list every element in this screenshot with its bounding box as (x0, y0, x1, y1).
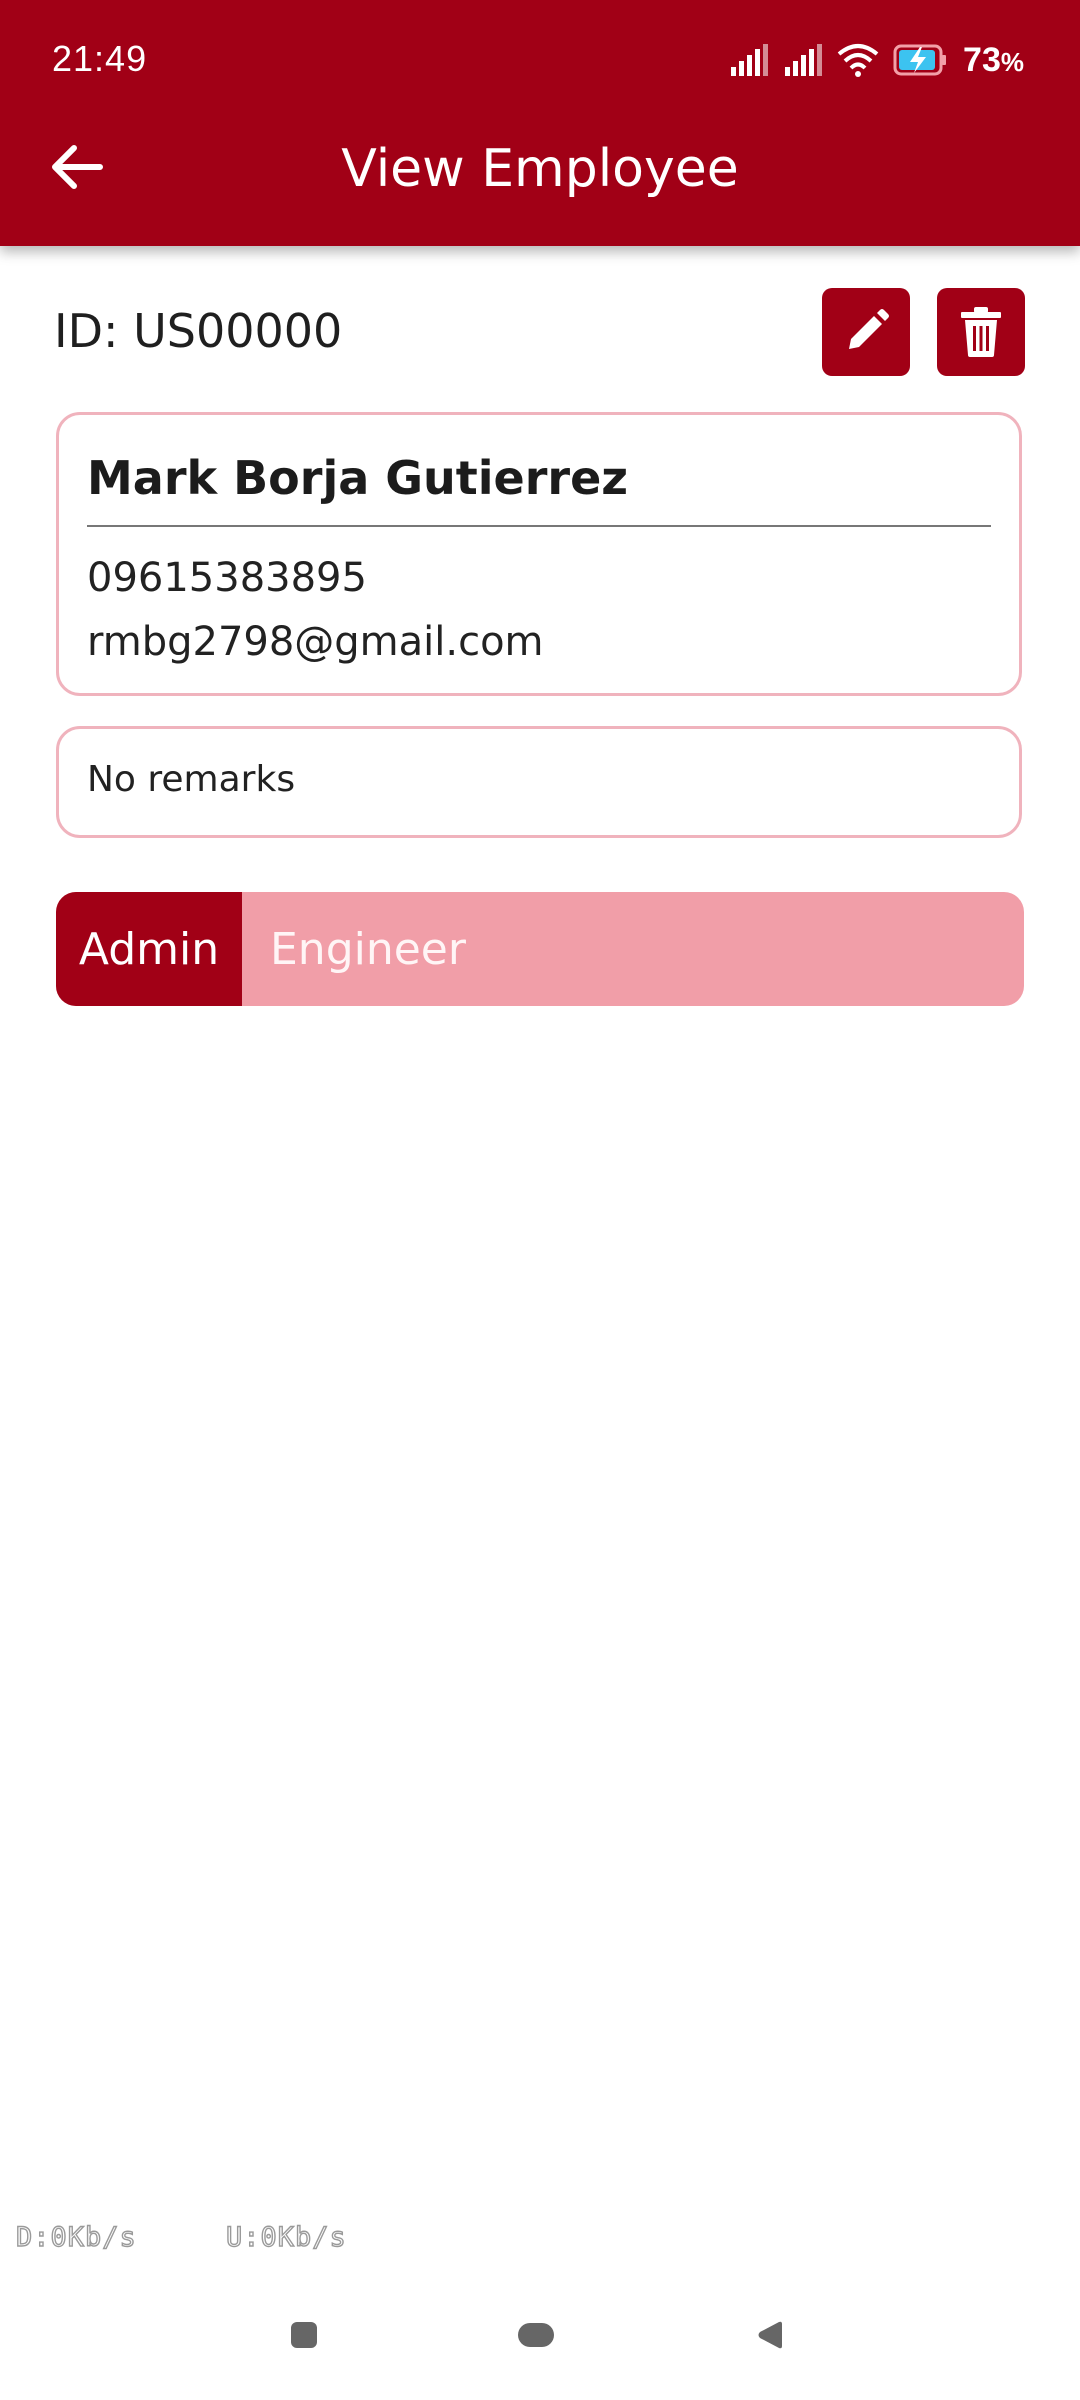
delete-button[interactable] (937, 288, 1025, 376)
page-title: View Employee (341, 139, 739, 199)
nav-back-button[interactable] (740, 2318, 800, 2352)
employee-id: ID: US00000 (54, 304, 343, 358)
battery-percent: 73% (963, 40, 1024, 79)
network-upload-speed: U:0Kb/s (225, 2221, 347, 2253)
recents-icon (291, 2322, 317, 2348)
card-divider (87, 525, 991, 527)
network-download-speed: D:0Kb/s (15, 2221, 137, 2253)
nav-home-button[interactable] (506, 2318, 566, 2352)
role-toggle: Admin Engineer (56, 892, 1024, 1006)
signal-icon (731, 44, 769, 76)
remarks-text: No remarks (87, 759, 296, 800)
app-bar: 21:49 73% View Employee (0, 0, 1080, 246)
role-option-admin[interactable]: Admin (56, 892, 242, 1006)
status-time: 21:49 (52, 38, 148, 79)
wifi-icon (837, 44, 879, 77)
nav-recents-button[interactable] (274, 2318, 334, 2352)
edit-button[interactable] (822, 288, 910, 376)
battery-charging-icon (893, 44, 947, 76)
remarks-card: No remarks (56, 726, 1022, 838)
trash-icon (961, 307, 1001, 357)
home-icon (518, 2323, 554, 2347)
status-icons: 73% (729, 36, 1024, 84)
signal-icon (785, 44, 823, 76)
contact-card: Mark Borja Gutierrez 09615383895 rmbg279… (56, 412, 1022, 696)
employee-phone: 09615383895 (87, 555, 367, 601)
role-option-engineer[interactable]: Engineer (242, 892, 466, 1006)
pencil-icon (849, 309, 889, 349)
employee-name: Mark Borja Gutierrez (87, 451, 629, 505)
back-icon (758, 2321, 782, 2349)
employee-email: rmbg2798@gmail.com (87, 619, 544, 665)
